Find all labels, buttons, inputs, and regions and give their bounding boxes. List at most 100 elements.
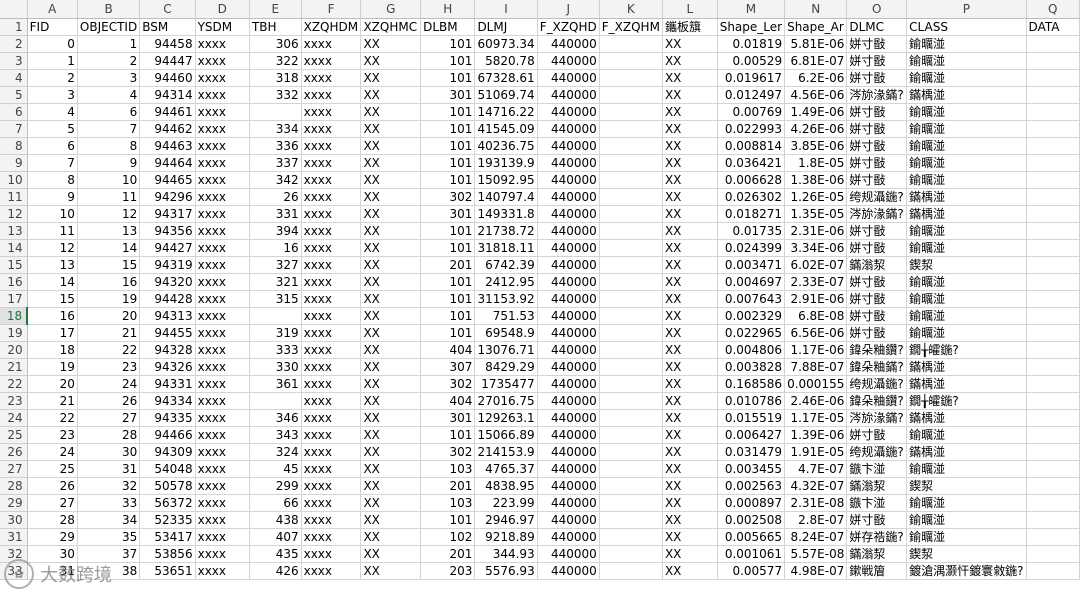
table-cell[interactable]: 22: [27, 409, 78, 427]
table-cell[interactable]: [599, 69, 663, 87]
table-cell[interactable]: 440000: [537, 273, 600, 291]
table-cell[interactable]: 29: [27, 528, 78, 546]
table-cell[interactable]: 101: [420, 103, 476, 121]
row-header[interactable]: 17: [0, 290, 28, 308]
table-cell[interactable]: [1026, 171, 1080, 189]
table-cell[interactable]: 20: [27, 375, 78, 393]
table-cell[interactable]: 1: [77, 35, 141, 53]
table-cell[interactable]: XX: [360, 69, 422, 87]
row-header[interactable]: 26: [0, 443, 28, 461]
table-cell[interactable]: 440000: [537, 409, 600, 427]
column-header-c[interactable]: C: [139, 0, 196, 19]
table-cell[interactable]: xxxx: [195, 562, 250, 580]
field-name-cell[interactable]: F_XZQHM: [599, 18, 663, 36]
field-name-cell[interactable]: DLMJ: [474, 18, 538, 36]
table-cell[interactable]: 41545.09: [474, 120, 538, 138]
table-cell[interactable]: XX: [662, 392, 718, 410]
table-cell[interactable]: 姘寸敯: [846, 290, 908, 308]
table-cell[interactable]: 103: [420, 460, 476, 478]
table-cell[interactable]: 5.81E-06: [784, 35, 848, 53]
table-cell[interactable]: 姘寸敯: [846, 103, 908, 121]
table-cell[interactable]: [1026, 205, 1080, 223]
table-cell[interactable]: 0.003828: [717, 358, 786, 376]
table-cell[interactable]: 鍏朵粬鏋?: [846, 358, 908, 376]
table-cell[interactable]: 鏃卞湴: [846, 460, 908, 478]
table-cell[interactable]: 53651: [139, 562, 196, 580]
table-cell[interactable]: xxxx: [195, 477, 250, 495]
table-cell[interactable]: 鍮曞湴: [906, 239, 1027, 257]
table-cell[interactable]: 94455: [139, 324, 196, 342]
table-cell[interactable]: 407: [249, 528, 302, 546]
table-cell[interactable]: 5820.78: [474, 52, 538, 70]
table-cell[interactable]: xxxx: [195, 86, 250, 104]
table-cell[interactable]: 0.003455: [717, 460, 786, 478]
table-cell[interactable]: xxxx: [301, 392, 362, 410]
table-cell[interactable]: XX: [662, 477, 718, 495]
table-cell[interactable]: 330: [249, 358, 302, 376]
table-cell[interactable]: 8.24E-07: [784, 528, 848, 546]
table-cell[interactable]: 18: [27, 341, 78, 359]
table-cell[interactable]: [599, 239, 663, 257]
table-cell[interactable]: 鍍滄湡灏忓鍍寰敹鍦?: [906, 562, 1027, 580]
row-header[interactable]: 5: [0, 86, 28, 104]
table-cell[interactable]: 66: [249, 494, 302, 512]
table-cell[interactable]: [1026, 528, 1080, 546]
table-cell[interactable]: 27: [27, 494, 78, 512]
table-cell[interactable]: 94465: [139, 171, 196, 189]
table-cell[interactable]: 10: [77, 171, 141, 189]
table-cell[interactable]: 35: [77, 528, 141, 546]
table-cell[interactable]: 26: [249, 188, 302, 206]
table-cell[interactable]: xxxx: [195, 205, 250, 223]
table-cell[interactable]: 11: [77, 188, 141, 206]
table-cell[interactable]: [1026, 477, 1080, 495]
table-cell[interactable]: 2412.95: [474, 273, 538, 291]
table-cell[interactable]: 鏋楀湴: [906, 188, 1027, 206]
table-cell[interactable]: [599, 341, 663, 359]
table-cell[interactable]: xxxx: [301, 460, 362, 478]
row-header[interactable]: 6: [0, 103, 28, 121]
table-cell[interactable]: 绔规灄鍦?: [846, 188, 908, 206]
table-cell[interactable]: 31153.92: [474, 290, 538, 308]
table-cell[interactable]: 鍮曞湴: [906, 290, 1027, 308]
table-cell[interactable]: XX: [662, 273, 718, 291]
table-cell[interactable]: 0.003471: [717, 256, 786, 274]
table-cell[interactable]: 306: [249, 35, 302, 53]
table-cell[interactable]: [599, 120, 663, 138]
table-cell[interactable]: [599, 86, 663, 104]
table-cell[interactable]: 440000: [537, 86, 600, 104]
table-cell[interactable]: [599, 358, 663, 376]
table-cell[interactable]: 346: [249, 409, 302, 427]
row-header[interactable]: 32: [0, 545, 28, 563]
table-cell[interactable]: 鏋楀湴: [906, 375, 1027, 393]
table-cell[interactable]: 94320: [139, 273, 196, 291]
table-cell[interactable]: xxxx: [301, 477, 362, 495]
table-cell[interactable]: XX: [360, 239, 422, 257]
table-cell[interactable]: [599, 137, 663, 155]
table-cell[interactable]: xxxx: [301, 494, 362, 512]
table-cell[interactable]: 333: [249, 341, 302, 359]
table-cell[interactable]: 0.024399: [717, 239, 786, 257]
table-cell[interactable]: xxxx: [195, 171, 250, 189]
table-cell[interactable]: XX: [662, 562, 718, 580]
field-name-cell[interactable]: Shape_Ler: [717, 18, 786, 36]
table-cell[interactable]: 鏋楀湴: [906, 358, 1027, 376]
table-cell[interactable]: 0.005665: [717, 528, 786, 546]
table-cell[interactable]: XX: [662, 222, 718, 240]
table-cell[interactable]: [1026, 460, 1080, 478]
table-cell[interactable]: [1026, 239, 1080, 257]
table-cell[interactable]: [249, 103, 302, 121]
table-cell[interactable]: xxxx: [195, 545, 250, 563]
table-cell[interactable]: [599, 375, 663, 393]
table-cell[interactable]: 69548.9: [474, 324, 538, 342]
table-cell[interactable]: 101: [420, 35, 476, 53]
table-cell[interactable]: 60973.34: [474, 35, 538, 53]
table-cell[interactable]: 302: [420, 188, 476, 206]
table-cell[interactable]: 54048: [139, 460, 196, 478]
column-header-j[interactable]: J: [537, 0, 600, 19]
table-cell[interactable]: 32: [77, 477, 141, 495]
table-cell[interactable]: xxxx: [195, 341, 250, 359]
table-cell[interactable]: XX: [360, 358, 422, 376]
table-cell[interactable]: XX: [360, 35, 422, 53]
table-cell[interactable]: 6: [77, 103, 141, 121]
column-header-q[interactable]: Q: [1026, 0, 1080, 19]
